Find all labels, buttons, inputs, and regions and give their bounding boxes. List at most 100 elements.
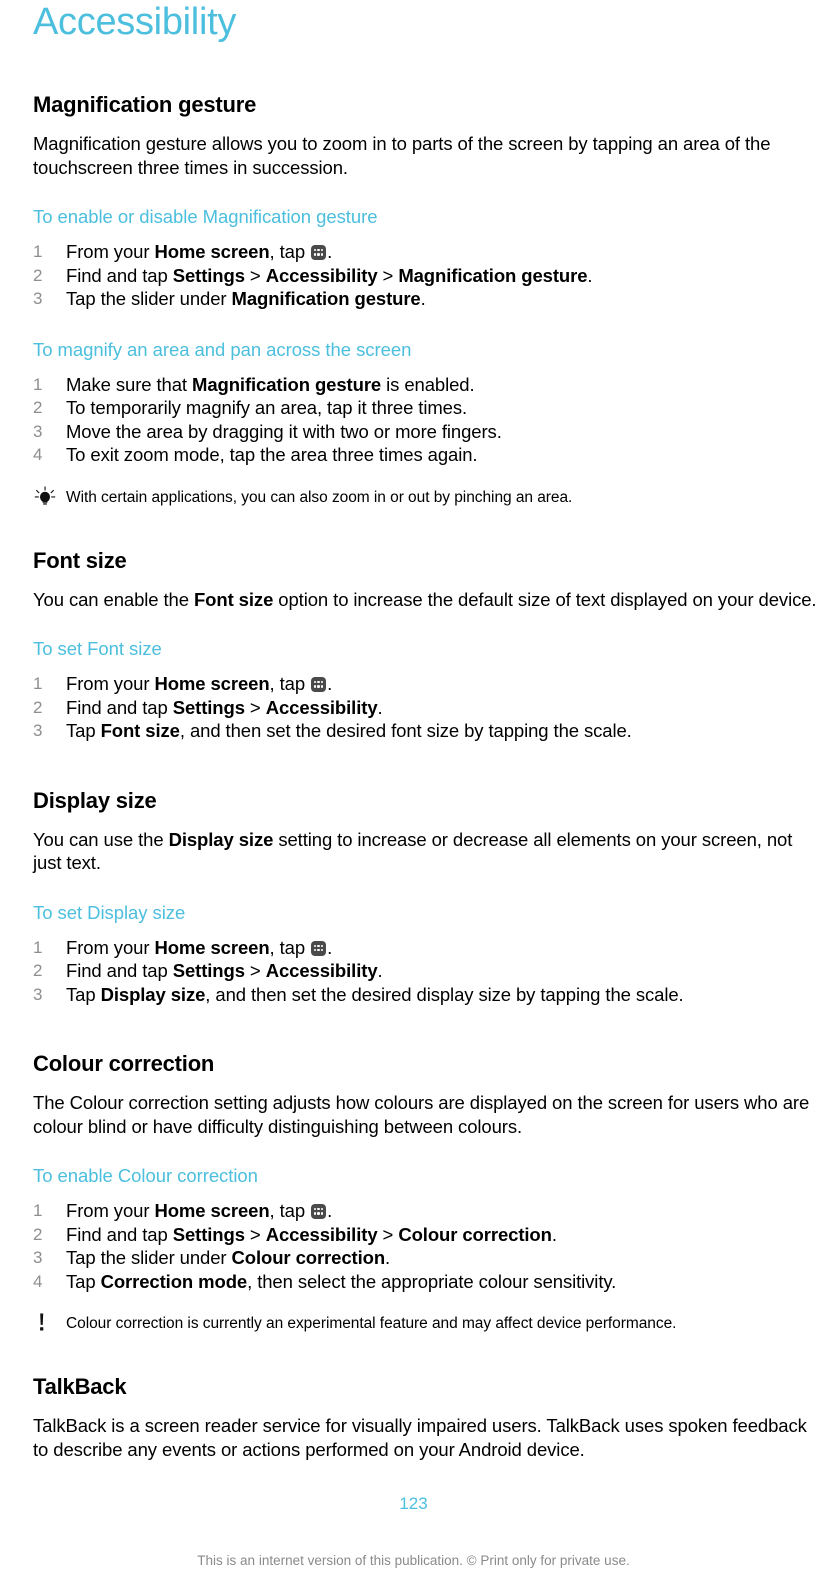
list-item: Tap the slider under Magnification gestu… — [33, 287, 818, 311]
step-emphasis: Accessibility — [265, 696, 378, 718]
list-item: From your Home screen, tap . — [33, 936, 818, 960]
step-text: Tap — [66, 1270, 101, 1292]
step-text: . — [377, 960, 383, 981]
section-heading-talkback: TalkBack — [33, 1374, 127, 1399]
step-separator: > — [244, 1223, 266, 1245]
document-page: Accessibility Magnification gesture Magn… — [0, 0, 827, 1587]
step-separator: > — [377, 264, 399, 286]
step-emphasis: Font size — [100, 720, 180, 741]
intro-emphasis: Font size — [193, 588, 274, 610]
step-text: Find and tap — [66, 1223, 173, 1245]
step-emphasis: Colour correction — [231, 1247, 386, 1268]
step-emphasis: Home screen — [154, 241, 270, 262]
list-item: Tap Display size, and then set the desir… — [33, 983, 818, 1007]
step-text: To exit zoom mode, tap the area three ti… — [66, 444, 478, 465]
footer-copyright-note: This is an internet version of this publ… — [197, 1553, 630, 1568]
list-item: Make sure that Magnification gesture is … — [33, 373, 818, 397]
exclamation-warning-icon — [33, 1312, 59, 1334]
step-text: . — [420, 288, 426, 309]
step-text: Make sure that — [66, 373, 193, 395]
step-emphasis: Magnification gesture — [192, 373, 382, 395]
list-item: Find and tap Settings > Accessibility > … — [33, 264, 818, 288]
step-text: . — [327, 673, 333, 694]
step-emphasis: Settings — [172, 960, 245, 981]
step-text: Move the area by dragging it with two or… — [66, 420, 502, 442]
step-text: , tap — [269, 1200, 311, 1221]
step-emphasis: Accessibility — [265, 960, 378, 981]
step-text: . — [327, 1200, 333, 1221]
procedure-heading-enable-colour-correction: To enable Colour correction — [33, 1165, 258, 1186]
procedure-heading-magnify-pan: To magnify an area and pan across the sc… — [33, 338, 412, 360]
step-emphasis: Colour correction — [398, 1223, 552, 1245]
list-item: Tap the slider under Colour correction. — [33, 1246, 818, 1270]
chapter-title: Accessibility — [33, 1, 237, 43]
section-intro-display-size: You can use the Display size setting to … — [33, 828, 818, 875]
section-intro-font-size: You can enable the Font size option to i… — [33, 588, 818, 612]
warning-note-colour-correction: Colour correction is currently an experi… — [33, 1312, 818, 1334]
page-number: 123 — [399, 1494, 428, 1513]
procedure-heading-set-display-size: To set Display size — [33, 901, 186, 923]
step-emphasis: Magnification gesture — [231, 288, 421, 309]
app-drawer-icon — [311, 677, 327, 692]
step-separator: > — [244, 960, 266, 981]
step-emphasis: Correction mode — [100, 1270, 248, 1292]
tip-note-text: With certain applications, you can also … — [66, 488, 573, 506]
step-text: From your — [66, 936, 155, 958]
lightbulb-tip-icon — [33, 486, 59, 508]
list-item: From your Home screen, tap . — [33, 672, 818, 696]
step-text: . — [327, 241, 333, 262]
list-item: Find and tap Settings > Accessibility > … — [33, 1223, 818, 1247]
list-item: Find and tap Settings > Accessibility. — [33, 959, 818, 983]
steps-list-set-display-size: From your Home screen, tap . Find and ta… — [33, 936, 818, 1007]
tip-note-magnification: With certain applications, you can also … — [33, 486, 818, 508]
list-item: To exit zoom mode, tap the area three ti… — [33, 443, 818, 467]
procedure-heading-set-font-size: To set Font size — [33, 638, 162, 659]
section-intro-magnification: Magnification gesture allows you to zoom… — [33, 133, 771, 178]
app-drawer-icon — [311, 940, 327, 956]
step-text: Find and tap — [66, 264, 173, 286]
step-text: , tap — [269, 673, 311, 694]
step-text: From your — [66, 241, 155, 262]
list-item: From your Home screen, tap . — [33, 1199, 818, 1223]
procedure-heading-enable-magnification: To enable or disable Magnification gestu… — [33, 206, 378, 227]
steps-list-enable-colour-correction: From your Home screen, tap . Find and ta… — [33, 1199, 818, 1293]
step-emphasis: Settings — [172, 1223, 245, 1245]
step-text: . — [587, 264, 593, 286]
list-item: From your Home screen, tap . — [33, 240, 818, 264]
step-text: , and then set the desired font size by … — [179, 720, 632, 741]
step-separator: > — [244, 264, 266, 286]
step-separator: > — [244, 696, 266, 718]
step-emphasis: Accessibility — [265, 1223, 378, 1245]
intro-text: You can enable the — [33, 588, 194, 610]
step-emphasis: Settings — [172, 696, 245, 718]
step-emphasis: Settings — [172, 264, 245, 286]
section-heading-font-size: Font size — [33, 547, 127, 573]
step-text: To temporarily magnify an area, tap it t… — [66, 397, 468, 418]
step-text: From your — [66, 1200, 155, 1221]
list-item: Find and tap Settings > Accessibility. — [33, 696, 818, 720]
step-emphasis: Accessibility — [265, 264, 378, 286]
intro-text: option to increase the default size of t… — [273, 588, 817, 610]
step-text: Tap — [66, 720, 101, 741]
warning-note-text: Colour correction is currently an experi… — [66, 1315, 677, 1332]
step-text: . — [385, 1247, 391, 1268]
step-text: . — [551, 1223, 557, 1245]
step-text: , and then set the desired display size … — [205, 983, 684, 1005]
